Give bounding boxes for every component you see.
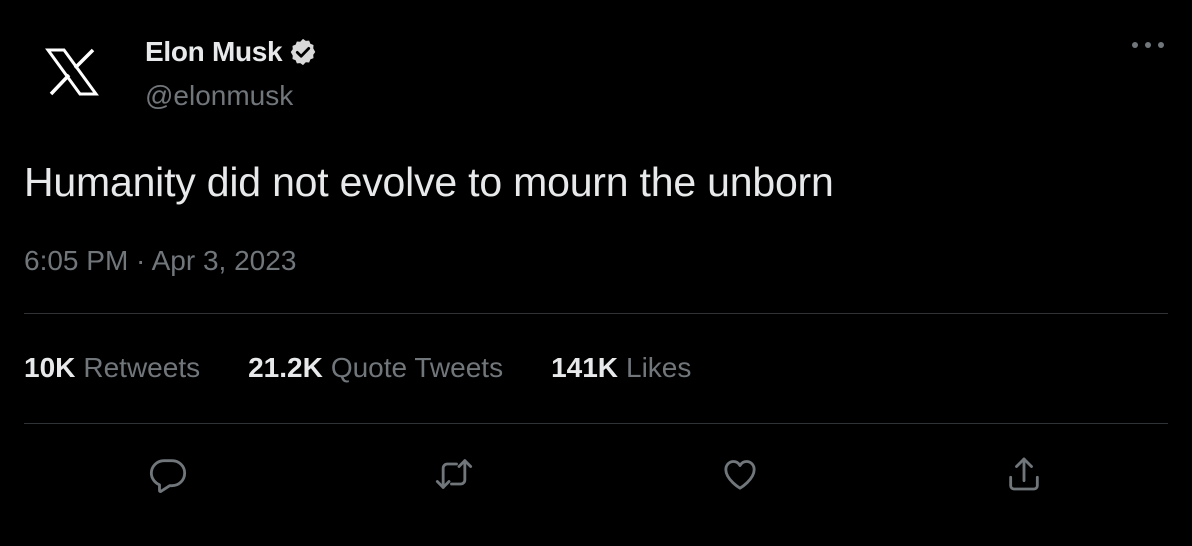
tweet-text: Humanity did not evolve to mourn the unb… xyxy=(24,159,834,205)
retweets-count: 10K xyxy=(24,352,76,383)
share-button[interactable] xyxy=(1000,450,1048,498)
x-logo-icon xyxy=(45,48,99,96)
author-name-row: Elon Musk xyxy=(145,32,318,72)
like-icon xyxy=(724,460,756,490)
author-handle[interactable]: @elonmusk xyxy=(145,80,293,112)
verified-badge-icon[interactable] xyxy=(288,37,318,67)
avatar[interactable] xyxy=(22,22,122,122)
likes-label: Likes xyxy=(626,352,692,383)
divider xyxy=(24,423,1168,424)
reply-icon xyxy=(149,459,187,493)
reply-button[interactable] xyxy=(144,450,192,498)
retweet-button[interactable] xyxy=(430,450,478,498)
divider xyxy=(24,313,1168,314)
more-options-icon[interactable] xyxy=(1128,30,1168,60)
engagement-stats: 10K Retweets 21.2K Quote Tweets 141K Lik… xyxy=(24,352,739,384)
retweet-icon xyxy=(435,459,473,489)
quote-tweets-stat[interactable]: 21.2K Quote Tweets xyxy=(248,352,503,384)
tweet-timestamp[interactable]: 6:05 PM · Apr 3, 2023 xyxy=(24,245,296,277)
quote-tweets-count: 21.2K xyxy=(248,352,323,383)
retweets-stat[interactable]: 10K Retweets xyxy=(24,352,200,384)
likes-count: 141K xyxy=(551,352,619,383)
retweets-label: Retweets xyxy=(83,352,201,383)
quote-tweets-label: Quote Tweets xyxy=(330,352,504,383)
likes-stat[interactable]: 141K Likes xyxy=(551,352,691,384)
author-display-name[interactable]: Elon Musk xyxy=(145,36,283,68)
share-icon xyxy=(1009,457,1039,491)
like-button[interactable] xyxy=(716,450,764,498)
